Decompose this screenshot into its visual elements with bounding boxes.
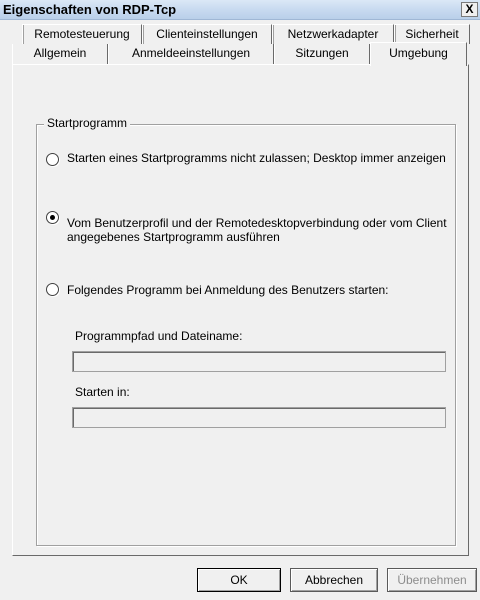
radio-desktop-only[interactable] bbox=[46, 153, 59, 166]
start-in-label: Starten in: bbox=[75, 385, 130, 399]
radio-client-program-label[interactable]: Vom Benutzerprofil und der Remotedesktop… bbox=[67, 216, 447, 244]
title-bar[interactable]: Eigenschaften von RDP-Tcp X bbox=[0, 0, 480, 20]
groupbox-label: Startprogramm bbox=[44, 116, 131, 130]
tab-anmeldeeinstellungen[interactable]: Anmeldeeinstellungen bbox=[108, 44, 274, 64]
tab-sicherheit[interactable]: Sicherheit bbox=[394, 24, 470, 44]
tab-sitzungen[interactable]: Sitzungen bbox=[274, 44, 370, 64]
radio-specific-program-label[interactable]: Folgendes Programm bei Anmeldung des Ben… bbox=[67, 283, 447, 297]
tab-clienteinstellungen[interactable]: Clienteinstellungen bbox=[142, 24, 272, 44]
radio-desktop-only-label[interactable]: Starten eines Startprogramms nicht zulas… bbox=[67, 151, 447, 165]
tab-remotesteuerung[interactable]: Remotesteuerung bbox=[22, 24, 142, 44]
radio-client-program[interactable] bbox=[46, 211, 59, 224]
properties-dialog: Eigenschaften von RDP-Tcp X Remotesteuer… bbox=[0, 0, 480, 600]
radio-specific-program[interactable] bbox=[46, 283, 59, 296]
start-in-input[interactable] bbox=[72, 407, 446, 428]
cancel-button[interactable]: Abbrechen bbox=[290, 568, 378, 592]
tab-netzwerkadapter[interactable]: Netzwerkadapter bbox=[272, 24, 394, 44]
apply-button[interactable]: Übernehmen bbox=[387, 568, 477, 592]
close-icon: X bbox=[465, 2, 474, 16]
close-button[interactable]: X bbox=[461, 2, 478, 17]
window-title: Eigenschaften von RDP-Tcp bbox=[3, 2, 177, 17]
tab-umgebung[interactable]: Umgebung bbox=[370, 42, 467, 66]
tab-allgemein[interactable]: Allgemein bbox=[12, 44, 108, 64]
program-path-input[interactable] bbox=[72, 351, 446, 372]
ok-button[interactable]: OK bbox=[197, 568, 281, 592]
program-path-label: Programmpfad und Dateiname: bbox=[75, 329, 243, 343]
